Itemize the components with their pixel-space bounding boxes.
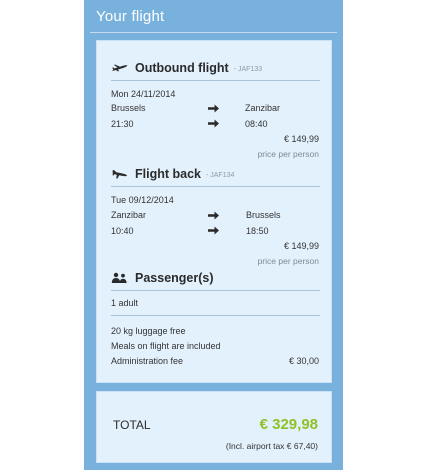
total-price: € 329,98 <box>259 416 318 433</box>
flight-details-card: Outbound flight - JAF133 Mon 24/11/2014 … <box>96 40 332 383</box>
outbound-origin: Brussels <box>111 103 146 113</box>
passengers-header: Passenger(s) <box>111 269 214 287</box>
plane-takeoff-icon <box>111 61 129 75</box>
return-title: Flight back <box>135 167 201 181</box>
outbound-date: Mon 24/11/2014 <box>111 89 176 99</box>
return-price-note: price per person <box>257 256 319 266</box>
arrow-right-icon <box>208 119 219 128</box>
passenger-count: 1 adult <box>111 298 139 308</box>
people-icon <box>111 271 129 285</box>
outbound-header: Outbound flight - JAF133 <box>111 59 262 77</box>
airport-tax-note: (Incl. airport tax € 67,40) <box>225 441 318 451</box>
outbound-depart-time: 21:30 <box>111 119 134 129</box>
arrow-right-icon <box>208 211 219 220</box>
return-flight-code: - JAF134 <box>205 172 235 179</box>
return-origin: Zanzibar <box>111 210 147 220</box>
passengers-title: Passenger(s) <box>135 271 214 285</box>
return-depart-time: 10:40 <box>111 226 134 236</box>
outbound-price: € 149,99 <box>283 134 319 144</box>
total-card: TOTAL € 329,98 (Incl. airport tax € 67,4… <box>96 391 332 463</box>
flight-summary-panel: Your flight Outbound flight - JAF133 Mon… <box>84 0 343 470</box>
outbound-price-note: price per person <box>257 149 319 159</box>
arrow-right-icon <box>208 104 219 113</box>
passengers-divider-bottom <box>111 315 320 316</box>
admin-fee-label: Administration fee <box>111 356 184 366</box>
return-price: € 149,99 <box>283 241 319 251</box>
return-header: Flight back - JAF134 <box>111 165 234 183</box>
total-label: TOTAL <box>113 418 151 432</box>
title-divider <box>90 32 337 33</box>
meals-info: Meals on flight are included <box>111 341 221 351</box>
return-date: Tue 09/12/2014 <box>111 195 174 205</box>
passengers-divider-top <box>111 290 320 291</box>
return-divider <box>111 186 320 187</box>
return-arrive-time: 18:50 <box>246 226 269 236</box>
outbound-arrive-time: 08:40 <box>245 119 268 129</box>
luggage-info: 20 kg luggage free <box>111 326 186 336</box>
arrow-right-icon <box>208 226 219 235</box>
outbound-flight-code: - JAF133 <box>233 66 263 73</box>
outbound-divider <box>111 80 320 81</box>
return-destination: Brussels <box>246 210 281 220</box>
plane-landing-icon <box>111 167 129 181</box>
outbound-title: Outbound flight <box>135 61 229 75</box>
admin-fee-value: € 30,00 <box>288 356 319 366</box>
outbound-destination: Zanzibar <box>245 103 281 113</box>
panel-title: Your flight <box>96 8 165 25</box>
